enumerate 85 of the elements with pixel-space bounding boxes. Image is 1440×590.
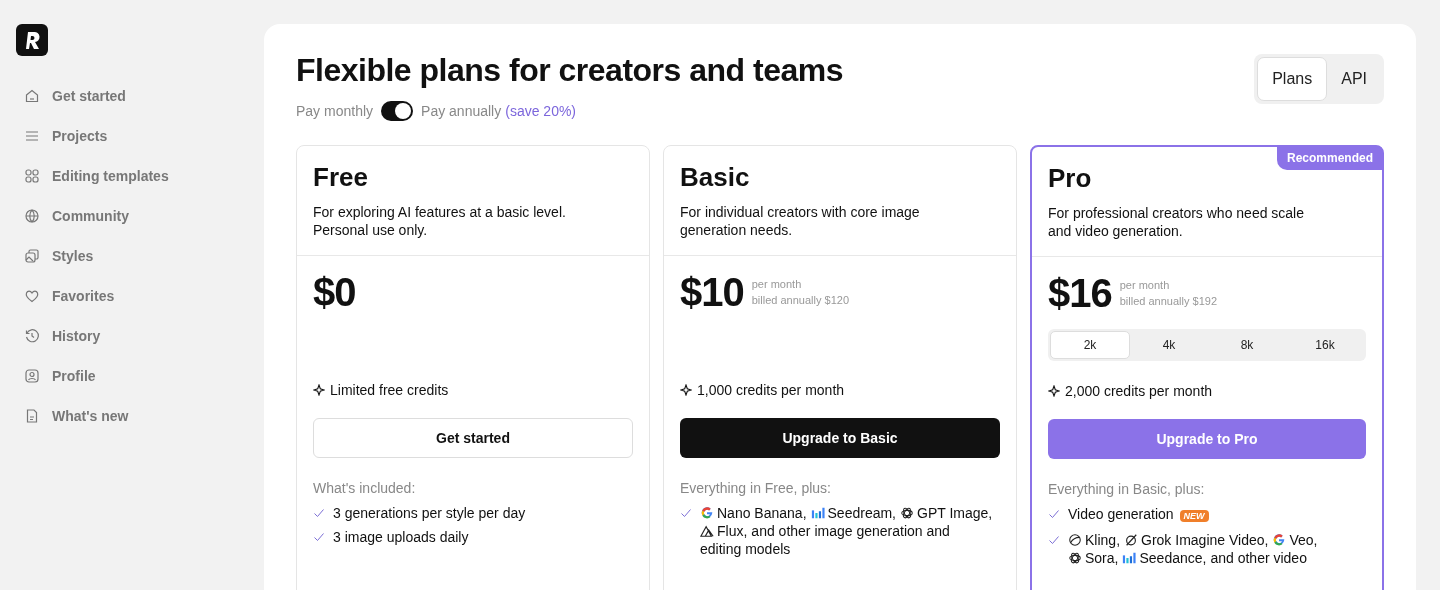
knot-icon <box>1068 551 1082 565</box>
feature-text: Kling, <box>1085 532 1121 548</box>
sidebar-item[interactable]: Projects <box>16 116 248 156</box>
doc-icon <box>24 408 40 424</box>
features-heading: Everything in Basic, plus: <box>1048 481 1206 497</box>
check-icon <box>680 507 692 519</box>
features-heading: Everything in Free, plus: <box>680 480 832 496</box>
credits-label: 1,000 credits per month <box>697 382 845 398</box>
recommended-badge: Recommended <box>1276 146 1383 170</box>
plan-name: Pro <box>1048 163 1093 194</box>
resolution-option[interactable]: 4k <box>1130 331 1208 359</box>
feature-text: and other image generation and <box>751 523 950 539</box>
feature-text: editing models <box>700 541 791 557</box>
sidebar-item[interactable]: Styles <box>16 236 248 276</box>
globe-icon <box>24 208 40 224</box>
sidebar-item[interactable]: Favorites <box>16 276 248 316</box>
history-icon <box>24 328 40 344</box>
billing-toggle[interactable] <box>381 101 414 121</box>
sidebar-item[interactable]: History <box>16 316 248 356</box>
credits-label: Limited free credits <box>330 382 449 398</box>
g-letter-icon <box>1272 533 1287 547</box>
sparkle-icon <box>1048 385 1060 397</box>
sidebar-item[interactable]: What's new <box>16 396 248 436</box>
check-icon <box>1048 534 1060 546</box>
feature-text: Seedance, <box>1139 550 1207 566</box>
plan-description: For individual creators with core image generation needs. <box>680 203 921 239</box>
feature-text: and other video <box>1210 550 1307 566</box>
feature-text: Sora, <box>1085 550 1119 566</box>
check-icon <box>313 531 325 543</box>
plan-price: $0 <box>313 269 356 315</box>
lines-icon <box>24 128 40 144</box>
new-badge: NEW <box>1179 510 1209 522</box>
check-icon <box>1048 508 1060 520</box>
resolution-option[interactable]: 2k <box>1050 331 1130 359</box>
sidebar-item[interactable]: Get started <box>16 76 248 116</box>
ring-icon <box>1068 533 1082 547</box>
check-icon <box>313 507 325 519</box>
discount-label: (save 20%) <box>505 103 577 119</box>
feature-text: Seedream, <box>827 505 896 521</box>
feature-text: Flux, <box>717 523 748 539</box>
plan-button[interactable]: Upgrade to Pro <box>1048 419 1366 459</box>
plan-description: For professional creators who need scale and video generation. <box>1048 204 1306 240</box>
resolution-option[interactable]: 16k <box>1286 331 1364 359</box>
slashed-circle-icon <box>1124 533 1139 547</box>
grid-icon <box>24 168 40 184</box>
plan-description: For exploring AI features at a basic level. Personal use only. <box>313 203 567 239</box>
triangles-icon <box>700 524 714 538</box>
heart-icon <box>24 288 40 304</box>
resolution-option[interactable]: 8k <box>1208 331 1286 359</box>
feature-text: Grok Imagine Video, <box>1141 532 1269 548</box>
plan-name: Basic <box>680 162 751 193</box>
plan-button[interactable]: Get started <box>313 418 633 458</box>
view-tab[interactable]: API <box>1327 57 1381 101</box>
page-title: Flexible plans for creators and teams <box>296 52 844 89</box>
feature-text: Video generation <box>1068 506 1174 522</box>
billed-note: billed annually $120 <box>751 293 849 308</box>
plan-button[interactable]: Upgrade to Basic <box>680 418 1000 458</box>
bar-chart-icon <box>1122 551 1137 565</box>
plan-price: $10 <box>680 269 744 315</box>
plan-name: Free <box>313 162 369 193</box>
feature-text: 3 generations per style per day <box>333 505 526 521</box>
sidebar-item[interactable]: Editing templates <box>16 156 248 196</box>
plan-price: $16 <box>1048 270 1112 316</box>
feature-text: GPT Image, <box>917 505 993 521</box>
billing-option-label: Pay annually <box>421 103 502 119</box>
sidebar-item[interactable]: Community <box>16 196 248 236</box>
price-period: per month <box>1119 278 1171 293</box>
billing-option-label: Pay monthly <box>296 103 374 119</box>
billed-note: billed annually $192 <box>1119 294 1217 309</box>
g-letter-icon <box>700 506 714 520</box>
sidebar-item[interactable]: Profile <box>16 356 248 396</box>
images-icon <box>24 248 40 264</box>
profile-icon <box>24 368 40 384</box>
features-heading: What's included: <box>313 480 417 496</box>
feature-text: Nano Banana, <box>717 505 807 521</box>
sparkle-icon <box>680 384 692 396</box>
knot-icon <box>900 506 914 520</box>
feature-text: 3 image uploads daily <box>333 529 469 545</box>
view-tab[interactable]: Plans <box>1257 57 1328 101</box>
home-icon <box>24 88 40 104</box>
sparkle-icon <box>313 384 325 396</box>
price-period: per month <box>751 277 803 292</box>
feature-text: Veo, <box>1289 532 1318 548</box>
bar-chart-icon <box>810 506 825 520</box>
credits-label: 2,000 credits per month <box>1065 383 1213 399</box>
